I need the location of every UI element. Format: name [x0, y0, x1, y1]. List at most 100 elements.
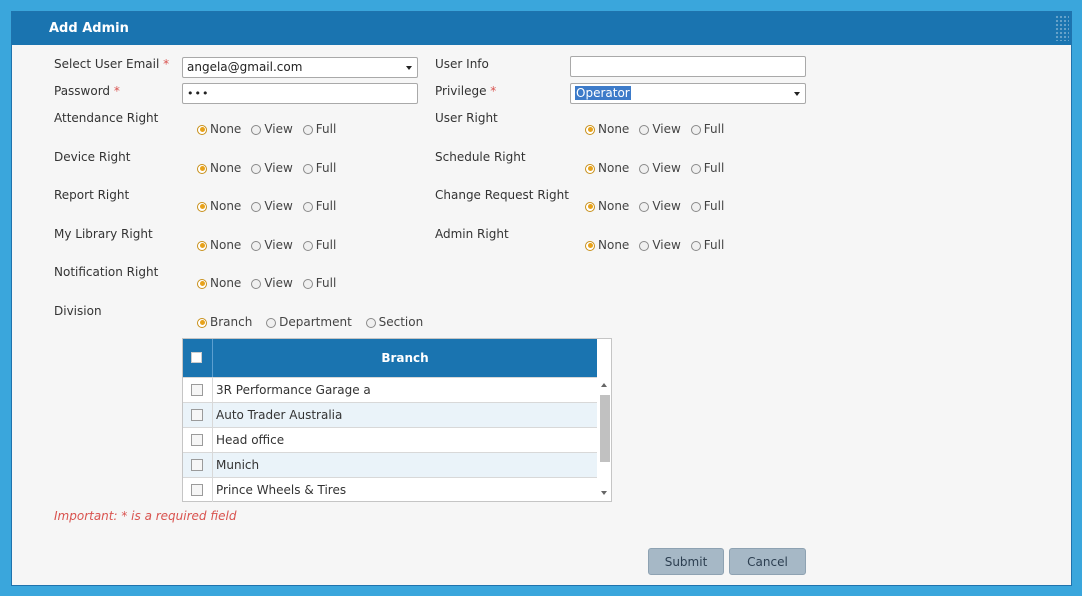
select-all-checkbox[interactable]	[191, 352, 202, 363]
admin-right-label: Admin Right	[435, 227, 509, 241]
schedule-right-radio-view[interactable]: View	[639, 161, 681, 175]
radio-selected-icon	[585, 201, 595, 212]
row-checkbox[interactable]	[191, 434, 203, 446]
admin-right-radio-full[interactable]: Full	[690, 238, 724, 252]
radio-icon	[690, 163, 701, 174]
radio-icon	[690, 201, 701, 212]
change-request-right-radio-full[interactable]: Full	[690, 199, 724, 213]
user-right-radio-none[interactable]: None	[585, 122, 629, 136]
radio-selected-icon	[197, 317, 207, 328]
user-right-radio-full[interactable]: Full	[690, 122, 724, 136]
my-library-right-radio-view[interactable]: View	[251, 238, 293, 252]
table-row[interactable]: Munich	[183, 452, 597, 477]
device-right-radio-group: None View Full	[197, 160, 346, 175]
attendance-right-radio-view[interactable]: View	[251, 122, 293, 136]
schedule-right-label: Schedule Right	[435, 150, 526, 164]
division-radio-branch[interactable]: Branch	[197, 315, 252, 329]
radio-icon	[302, 124, 313, 135]
add-admin-dialog: Add Admin Select User Email * angela@gma…	[11, 11, 1072, 586]
password-label: Password *	[54, 84, 120, 98]
radio-icon	[251, 201, 262, 212]
radio-selected-icon	[585, 240, 595, 251]
select-all-cell	[183, 339, 213, 377]
report-right-radio-none[interactable]: None	[197, 199, 241, 213]
column-divider	[212, 478, 213, 502]
device-right-radio-full[interactable]: Full	[302, 161, 336, 175]
scroll-down-icon[interactable]	[601, 491, 607, 495]
cancel-button[interactable]: Cancel	[729, 548, 806, 575]
notification-right-radio-group: None View Full	[197, 275, 346, 290]
radio-selected-icon	[197, 163, 207, 174]
dialog-titlebar[interactable]: Add Admin	[12, 12, 1071, 45]
attendance-right-radio-full[interactable]: Full	[302, 122, 336, 136]
report-right-radio-view[interactable]: View	[251, 199, 293, 213]
scroll-up-icon[interactable]	[601, 383, 607, 387]
branch-grid-header: Branch	[183, 339, 597, 377]
user-info-input[interactable]	[570, 56, 806, 77]
row-checkbox[interactable]	[191, 384, 203, 396]
table-row[interactable]: Prince Wheels & Tires	[183, 477, 597, 502]
radio-icon	[251, 240, 262, 251]
branch-grid-scrollbar[interactable]	[598, 377, 611, 501]
my-library-right-radio-none[interactable]: None	[197, 238, 241, 252]
table-row[interactable]: Head office	[183, 427, 597, 452]
branch-column-header[interactable]: Branch	[213, 351, 597, 365]
device-right-radio-none[interactable]: None	[197, 161, 241, 175]
radio-icon	[302, 278, 313, 289]
column-divider	[212, 378, 213, 402]
my-library-right-radio-group: None View Full	[197, 237, 346, 252]
notification-right-radio-view[interactable]: View	[251, 276, 293, 290]
row-checkbox[interactable]	[191, 459, 203, 471]
required-field-note: Important: * is a required field	[54, 509, 237, 523]
radio-icon	[251, 163, 262, 174]
password-value: •••	[187, 87, 210, 100]
device-right-radio-view[interactable]: View	[251, 161, 293, 175]
submit-button[interactable]: Submit	[648, 548, 724, 575]
schedule-right-radio-none[interactable]: None	[585, 161, 629, 175]
notification-right-radio-full[interactable]: Full	[302, 276, 336, 290]
password-input[interactable]: •••	[182, 83, 418, 104]
branch-name: Auto Trader Australia	[216, 408, 343, 422]
user-right-radio-view[interactable]: View	[639, 122, 681, 136]
division-radio-section[interactable]: Section	[365, 315, 423, 329]
division-radio-group: Branch Department Section	[197, 314, 433, 329]
radio-icon	[639, 124, 650, 135]
row-checkbox[interactable]	[191, 484, 203, 496]
change-request-right-radio-view[interactable]: View	[639, 199, 681, 213]
scroll-thumb[interactable]	[600, 395, 610, 462]
admin-right-radio-view[interactable]: View	[639, 238, 681, 252]
privilege-select[interactable]: Operator	[570, 83, 806, 104]
change-request-right-label: Change Request Right	[435, 188, 569, 202]
division-radio-department[interactable]: Department	[266, 315, 352, 329]
notification-right-radio-none[interactable]: None	[197, 276, 241, 290]
radio-icon	[639, 201, 650, 212]
radio-icon	[639, 240, 650, 251]
radio-icon	[302, 163, 313, 174]
user-email-value: angela@gmail.com	[187, 60, 303, 74]
radio-selected-icon	[197, 201, 207, 212]
branch-name: Head office	[216, 433, 285, 447]
my-library-right-label: My Library Right	[54, 227, 153, 241]
admin-right-radio-none[interactable]: None	[585, 238, 629, 252]
attendance-right-radio-none[interactable]: None	[197, 122, 241, 136]
radio-icon	[690, 240, 701, 251]
user-email-select[interactable]: angela@gmail.com	[182, 57, 418, 78]
my-library-right-radio-full[interactable]: Full	[302, 238, 336, 252]
radio-selected-icon	[197, 124, 207, 135]
email-label: Select User Email *	[54, 57, 170, 71]
notification-right-label: Notification Right	[54, 265, 159, 279]
privilege-value: Operator	[575, 86, 631, 100]
schedule-right-radio-group: None View Full	[585, 160, 734, 175]
branch-name: 3R Performance Garage a	[216, 383, 371, 397]
resize-grip-icon[interactable]	[1055, 15, 1069, 41]
branch-grid: Branch 3R Performance Garage a Auto Trade…	[182, 338, 612, 502]
radio-icon	[302, 240, 313, 251]
row-checkbox[interactable]	[191, 409, 203, 421]
table-row[interactable]: Auto Trader Australia	[183, 402, 597, 427]
device-right-label: Device Right	[54, 150, 131, 164]
branch-name: Munich	[216, 458, 260, 472]
change-request-right-radio-none[interactable]: None	[585, 199, 629, 213]
table-row[interactable]: 3R Performance Garage a	[183, 377, 597, 402]
report-right-radio-full[interactable]: Full	[302, 199, 336, 213]
schedule-right-radio-full[interactable]: Full	[690, 161, 724, 175]
